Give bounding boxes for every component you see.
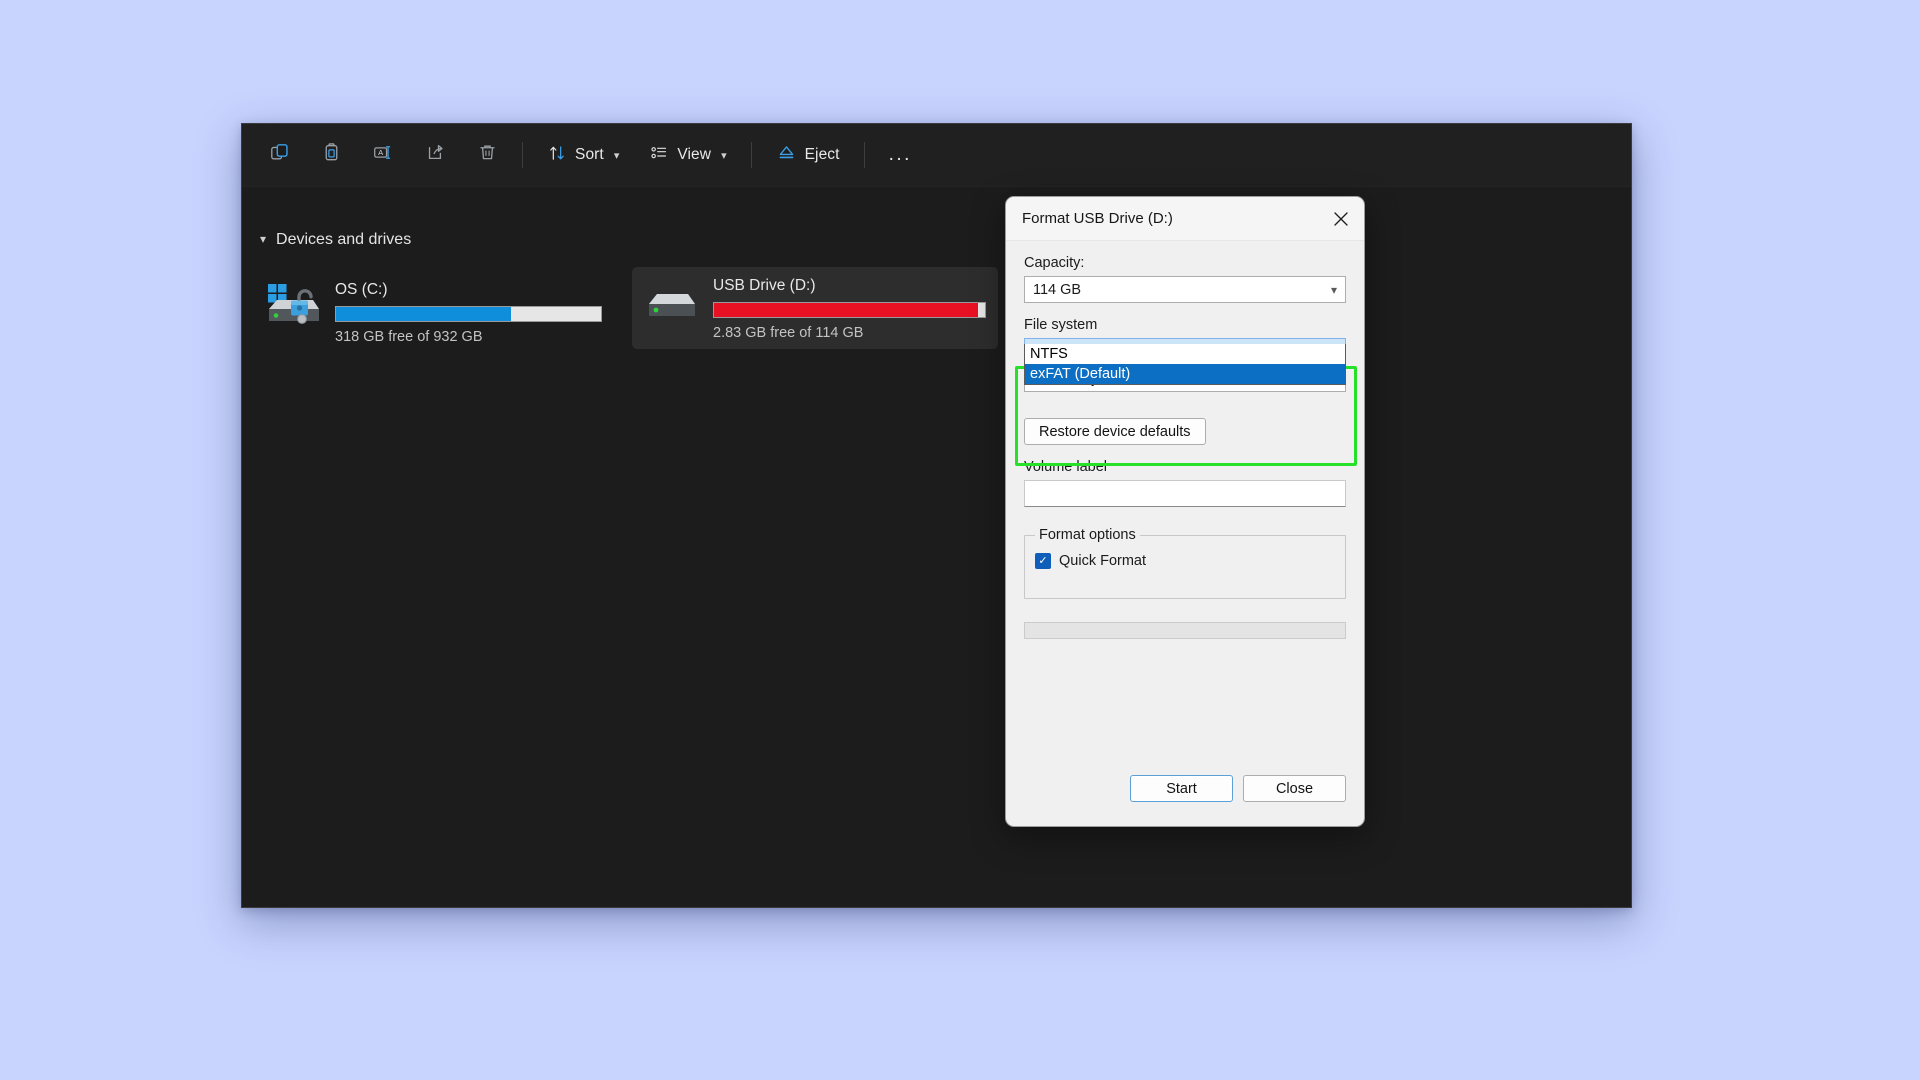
usb-drive-icon (643, 277, 701, 325)
explorer-content-area: ▾ Devices and drives OS (C:) 318 GB free… (242, 187, 1631, 907)
rename-icon: A (372, 142, 394, 168)
group-header-label: Devices and drives (276, 231, 412, 248)
file-system-dropdown-list: NTFS exFAT (Default) (1024, 344, 1346, 385)
drive-capacity-bar-fill (336, 307, 511, 321)
quick-format-label: Quick Format (1059, 553, 1147, 569)
sort-label: Sort (575, 146, 604, 163)
file-explorer-window: A Sort ▾ View ▾ Eject ... ▾ Devices and … (241, 123, 1632, 908)
sort-icon (547, 143, 567, 168)
eject-label: Eject (804, 146, 840, 163)
sort-button[interactable]: Sort ▾ (538, 135, 628, 175)
file-system-option-exfat[interactable]: exFAT (Default) (1025, 364, 1345, 384)
view-label: View (677, 146, 712, 163)
drive-capacity-bar (335, 306, 602, 322)
capacity-select[interactable]: 114 GB ▾ (1024, 276, 1346, 303)
volume-label-input[interactable] (1024, 480, 1346, 507)
format-usb-drive-dialog: Format USB Drive (D:) Capacity: 114 GB ▾… (1005, 196, 1365, 827)
toolbar-divider-3 (863, 142, 865, 168)
view-button[interactable]: View ▾ (640, 135, 735, 175)
dialog-body: Capacity: 114 GB ▾ File system exFAT (De… (1006, 255, 1364, 639)
restore-device-defaults-button[interactable]: Restore device defaults (1024, 418, 1206, 445)
close-button[interactable]: Close (1243, 775, 1346, 802)
dialog-titlebar: Format USB Drive (D:) (1006, 197, 1364, 241)
chevron-down-icon: ▾ (613, 149, 620, 162)
drive-tile-os-c[interactable]: OS (C:) 318 GB free of 932 GB (254, 271, 614, 355)
capacity-label: Capacity: (1024, 255, 1085, 271)
windows-drive-bitlocker-unlocked-icon (265, 281, 323, 329)
capacity-value: 114 GB (1033, 281, 1082, 298)
copy-button[interactable] (259, 135, 299, 175)
drive-name: OS (C:) (335, 281, 388, 298)
toolbar-divider-2 (750, 142, 752, 168)
dialog-button-row: Start Close (1130, 775, 1346, 802)
more-options-button[interactable]: ... (880, 135, 921, 175)
eject-button[interactable]: Eject (767, 135, 849, 175)
eject-icon (776, 142, 797, 168)
chevron-down-icon: ▾ (260, 232, 267, 246)
quick-format-checkbox[interactable]: ✓ (1035, 553, 1051, 569)
file-system-group: File system exFAT (Default) ▾ NTFS exFAT… (1024, 317, 1346, 385)
view-icon (649, 143, 669, 168)
close-icon[interactable] (1318, 197, 1364, 240)
file-system-label: File system (1024, 317, 1098, 333)
chevron-down-icon: ▾ (1330, 282, 1337, 297)
drive-tile-usb-d[interactable]: USB Drive (D:) 2.83 GB free of 114 GB (632, 267, 998, 349)
format-progress-bar (1024, 622, 1346, 639)
drive-usage-text: 2.83 GB free of 114 GB (713, 325, 864, 341)
rename-button[interactable]: A (363, 135, 403, 175)
chevron-down-icon: ▾ (721, 149, 727, 162)
volume-label-label: Volume label (1024, 459, 1108, 475)
format-options-legend: Format options (1039, 527, 1136, 543)
share-button[interactable] (415, 135, 455, 175)
drive-tile-text: USB Drive (D:) 2.83 GB free of 114 GB (713, 277, 986, 341)
drive-capacity-bar-fill (714, 303, 979, 317)
paste-icon (321, 142, 342, 168)
drive-capacity-bar (713, 302, 986, 318)
quick-format-row[interactable]: ✓ Quick Format (1035, 553, 1335, 569)
drive-usage-text: 318 GB free of 932 GB (335, 329, 483, 345)
svg-text:A: A (378, 148, 384, 157)
drive-tile-text: OS (C:) 318 GB free of 932 GB (335, 281, 602, 345)
start-button[interactable]: Start (1130, 775, 1233, 802)
file-system-option-ntfs[interactable]: NTFS (1025, 344, 1345, 364)
devices-and-drives-group-header[interactable]: ▾ Devices and drives (260, 231, 411, 249)
explorer-toolbar: A Sort ▾ View ▾ Eject ... (242, 124, 1631, 187)
toolbar-divider-1 (522, 142, 523, 168)
paste-button[interactable] (311, 135, 351, 175)
dialog-title: Format USB Drive (D:) (1022, 210, 1173, 227)
format-options-group: Format options ✓ Quick Format (1024, 527, 1346, 599)
drive-name: USB Drive (D:) (713, 277, 816, 294)
delete-button[interactable] (467, 135, 507, 175)
copy-icon (269, 142, 290, 168)
delete-icon (477, 142, 498, 168)
ellipsis-icon: ... (888, 144, 912, 165)
share-icon (425, 142, 446, 168)
